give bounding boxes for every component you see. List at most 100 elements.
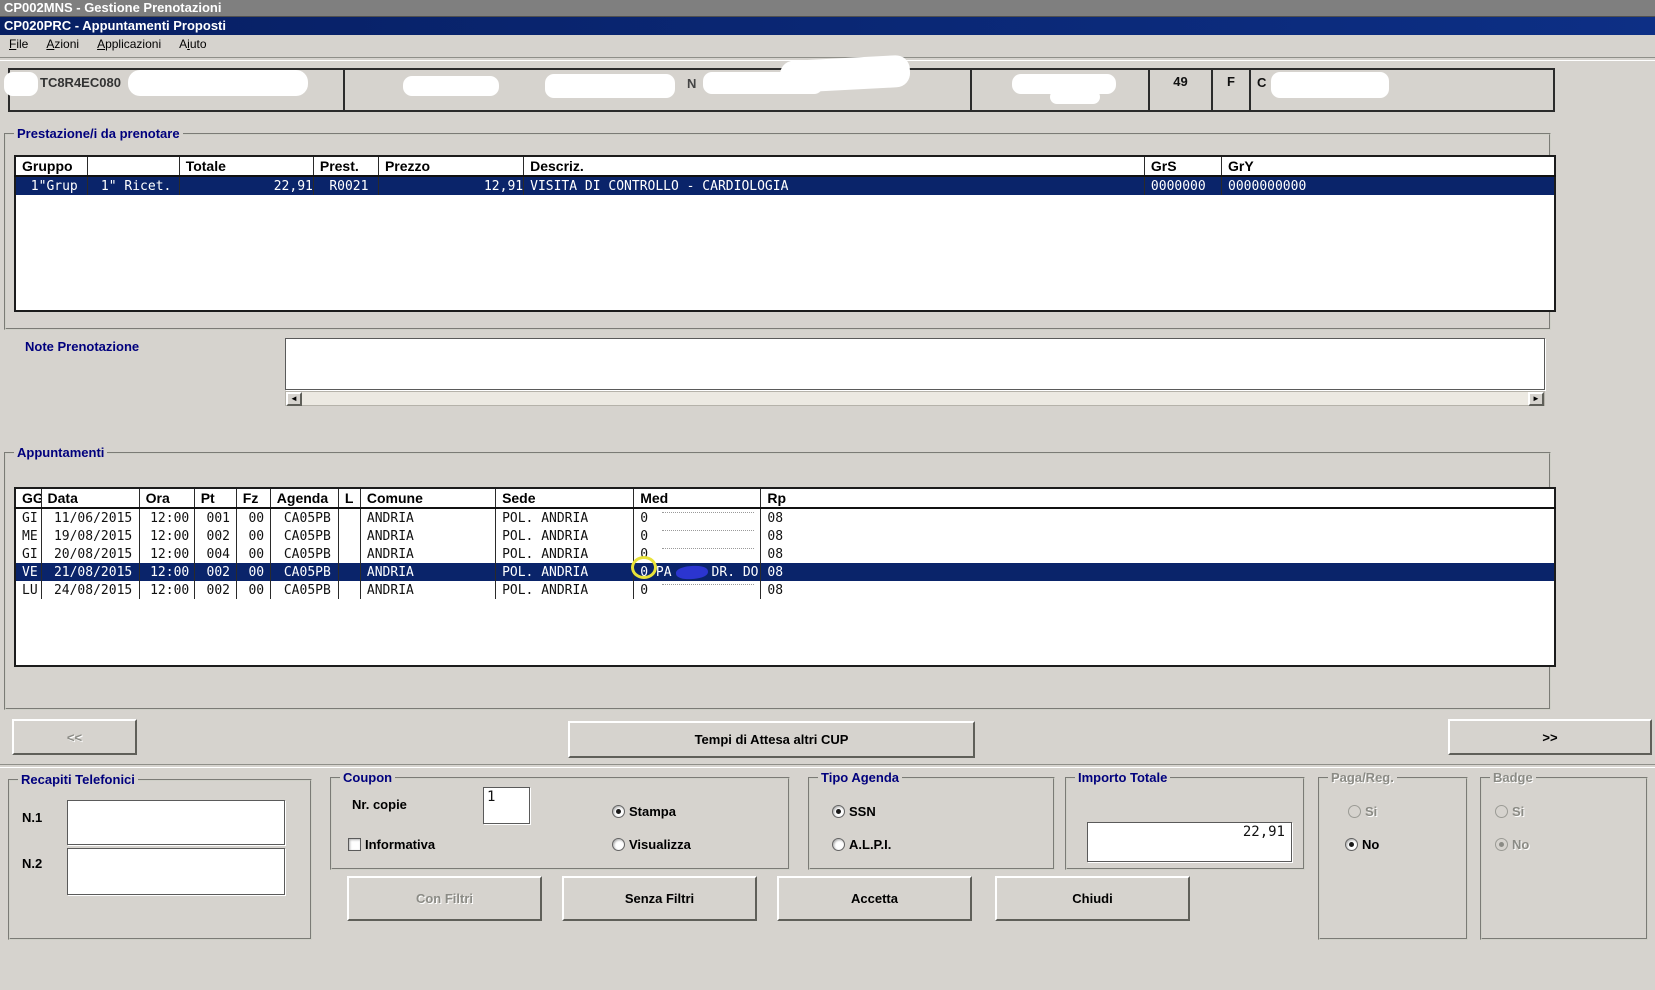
med-cell: 0 bbox=[634, 508, 761, 527]
chiudi-button-label: Chiudi bbox=[1072, 891, 1112, 906]
table-empty-area bbox=[15, 599, 1555, 666]
redaction-blob bbox=[4, 72, 38, 96]
badge-legend: Badge bbox=[1490, 770, 1536, 785]
table-cell: ANDRIA bbox=[360, 581, 495, 599]
phone-n1-input[interactable] bbox=[67, 800, 285, 845]
menu-aiuto[interactable]: Aiuto bbox=[170, 35, 215, 54]
prestazione-row[interactable]: 1"Grup1" Ricet.22,91R002112,91VISITA DI … bbox=[15, 176, 1555, 195]
divider bbox=[0, 764, 1655, 768]
column-header-gruppo: Gruppo bbox=[15, 156, 87, 176]
column-header-gg: GG bbox=[15, 488, 41, 508]
alpi-radio[interactable] bbox=[832, 838, 845, 851]
table-cell: 001 bbox=[194, 508, 236, 527]
visualizza-radio[interactable] bbox=[612, 838, 625, 851]
column-header-totale: Totale bbox=[179, 156, 313, 176]
redaction-blob bbox=[779, 55, 910, 94]
next-button[interactable]: >> bbox=[1448, 719, 1652, 755]
tempi-attesa-button[interactable]: Tempi di Attesa altri CUP bbox=[568, 721, 975, 758]
appuntamento-row[interactable]: GI11/06/201512:0000100CA05PBANDRIAPOL. A… bbox=[15, 508, 1555, 527]
stampa-radio[interactable] bbox=[612, 805, 625, 818]
table-cell: R0021 bbox=[313, 176, 378, 195]
paga-si-radio bbox=[1348, 805, 1361, 818]
menu-file[interactable]: File bbox=[0, 35, 37, 54]
table-cell: 12:00 bbox=[139, 581, 194, 599]
menu-applicazioni[interactable]: Applicazioni bbox=[88, 35, 170, 54]
table-cell bbox=[338, 527, 360, 545]
table-cell: 08 bbox=[761, 508, 1555, 527]
table-cell: POL. ANDRIA bbox=[496, 545, 634, 563]
patient-extra-field bbox=[970, 68, 1150, 112]
badge-si-label: Si bbox=[1512, 804, 1524, 819]
appuntamento-row[interactable]: VE21/08/201512:0000200CA05PBANDRIAPOL. A… bbox=[15, 563, 1555, 581]
table-cell: POL. ANDRIA bbox=[496, 563, 634, 581]
table-cell: 08 bbox=[761, 545, 1555, 563]
paga-no-radio[interactable] bbox=[1345, 838, 1358, 851]
note-input[interactable] bbox=[285, 338, 1545, 390]
prestazioni-table: GruppoTotalePrest.PrezzoDescriz.GrSGrY1"… bbox=[14, 155, 1556, 312]
column-header-blank bbox=[87, 156, 179, 176]
tempi-attesa-button-label: Tempi di Attesa altri CUP bbox=[695, 732, 849, 747]
table-cell: 19/08/2015 bbox=[41, 527, 139, 545]
ssn-radio[interactable] bbox=[832, 805, 845, 818]
med-fragment: DR. DO bbox=[712, 565, 759, 580]
patient-age: 49 bbox=[1173, 74, 1187, 89]
nr-copie-value: 1 bbox=[487, 789, 495, 805]
table-cell: 12,91 bbox=[378, 176, 523, 195]
table-cell: 20/08/2015 bbox=[41, 545, 139, 563]
table-cell: 00 bbox=[236, 563, 270, 581]
previous-button: << bbox=[12, 719, 137, 755]
prestazioni-legend: Prestazione/i da prenotare bbox=[14, 126, 183, 141]
badge-si-radio bbox=[1495, 805, 1508, 818]
table-cell: 24/08/2015 bbox=[41, 581, 139, 599]
column-header-med: Med bbox=[634, 488, 761, 508]
table-cell: 08 bbox=[761, 581, 1555, 599]
redaction-blob bbox=[1271, 72, 1389, 98]
patient-sex-field: F bbox=[1211, 68, 1251, 112]
table-cell: 12:00 bbox=[139, 508, 194, 527]
note-label: Note Prenotazione bbox=[25, 339, 139, 354]
alpi-label: A.L.P.I. bbox=[849, 837, 891, 852]
table-cell: LU bbox=[15, 581, 41, 599]
scroll-left-icon: ◄ bbox=[290, 394, 298, 404]
nr-copie-label: Nr. copie bbox=[352, 797, 407, 812]
yellow-circle-annotation bbox=[631, 556, 657, 579]
redaction-blob bbox=[403, 76, 499, 96]
patient-code-field: C bbox=[1249, 68, 1555, 112]
med-code: 0 bbox=[640, 529, 648, 544]
accetta-button[interactable]: Accetta bbox=[777, 876, 972, 921]
appuntamento-row[interactable]: LU24/08/201512:0000200CA05PBANDRIAPOL. A… bbox=[15, 581, 1555, 599]
table-cell: 08 bbox=[761, 527, 1555, 545]
application-window: CP002MNS - Gestione Prenotazioni CP020PR… bbox=[0, 0, 1655, 990]
table-empty-area bbox=[15, 195, 1555, 311]
redaction-blob bbox=[662, 530, 754, 543]
column-header-l: L bbox=[338, 488, 360, 508]
fiscal-code-fragment: TC8R4EC080 bbox=[40, 75, 121, 90]
table-cell: ANDRIA bbox=[360, 508, 495, 527]
informativa-label: Informativa bbox=[365, 837, 435, 852]
senza-filtri-button[interactable]: Senza Filtri bbox=[562, 876, 757, 921]
scroll-right-button[interactable]: ► bbox=[1528, 392, 1544, 406]
appuntamento-row[interactable]: GI20/08/201512:0000400CA05PBANDRIAPOL. A… bbox=[15, 545, 1555, 563]
scroll-left-button[interactable]: ◄ bbox=[286, 392, 302, 406]
table-cell: CA05PB bbox=[270, 527, 338, 545]
note-scrollbar[interactable]: ◄ ► bbox=[285, 391, 1545, 406]
table-cell: CA05PB bbox=[270, 508, 338, 527]
column-header-comune: Comune bbox=[360, 488, 495, 508]
table-cell: 00 bbox=[236, 527, 270, 545]
column-header-agenda: Agenda bbox=[270, 488, 338, 508]
menu-azioni[interactable]: Azioni bbox=[37, 35, 88, 54]
patient-name-field: N bbox=[343, 68, 972, 112]
appuntamento-row[interactable]: ME19/08/201512:0000200CA05PBANDRIAPOL. A… bbox=[15, 527, 1555, 545]
senza-filtri-button-label: Senza Filtri bbox=[625, 891, 694, 906]
column-header-descriz: Descriz. bbox=[524, 156, 1145, 176]
informativa-checkbox[interactable] bbox=[348, 838, 361, 851]
nr-copie-input[interactable]: 1 bbox=[483, 787, 530, 824]
med-code: 0 bbox=[640, 583, 648, 598]
table-cell: 002 bbox=[194, 527, 236, 545]
redaction-blob bbox=[545, 74, 675, 98]
med-code: 0 bbox=[640, 511, 648, 526]
chiudi-button[interactable]: Chiudi bbox=[995, 876, 1190, 921]
paga-no-label: No bbox=[1362, 837, 1379, 852]
table-cell: CA05PB bbox=[270, 545, 338, 563]
phone-n2-input[interactable] bbox=[67, 848, 285, 895]
